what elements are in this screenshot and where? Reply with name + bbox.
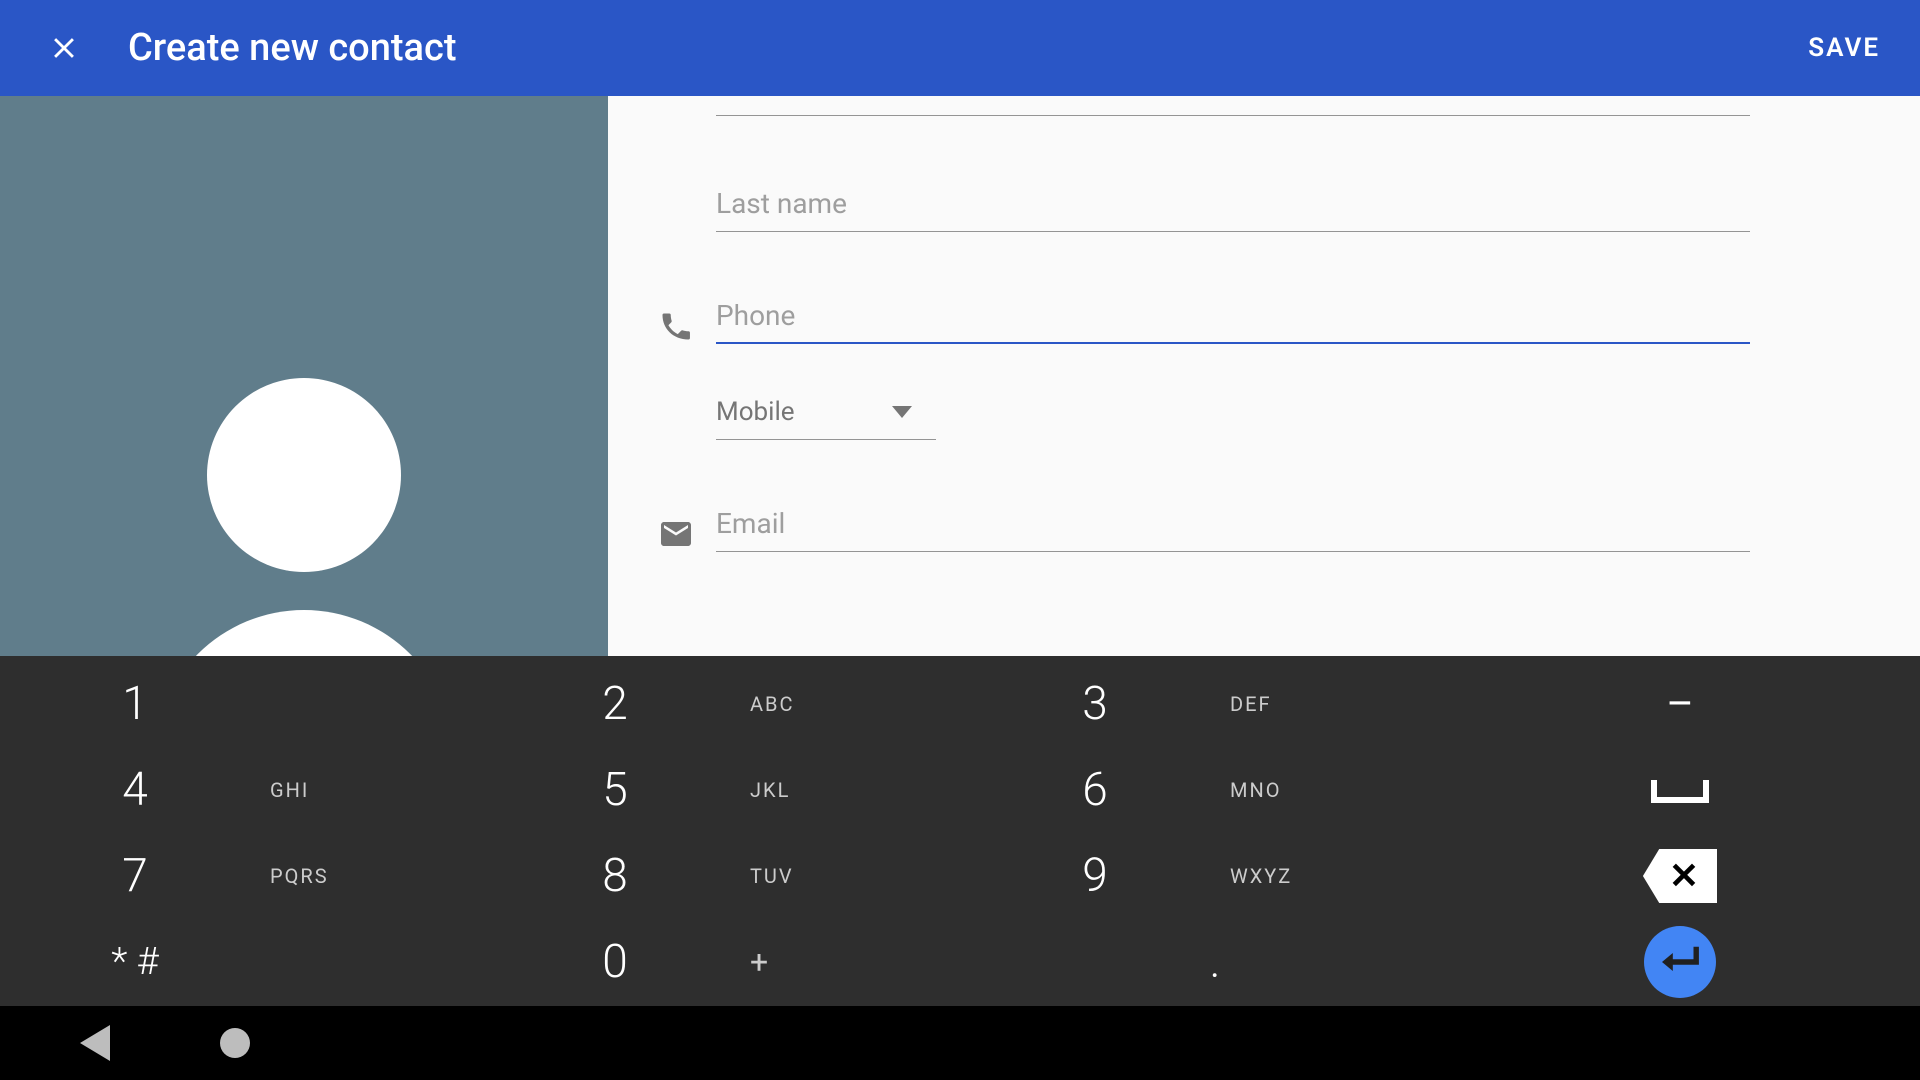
last-name-placeholder: Last name [716, 187, 847, 220]
key-6[interactable]: 6MNO [960, 748, 1440, 832]
contact-photo-pane[interactable] [0, 96, 608, 656]
key-dash[interactable]: – [1440, 662, 1920, 746]
first-name-field[interactable] [716, 96, 1750, 116]
key-4[interactable]: 4GHI [0, 748, 480, 832]
key-1[interactable]: 1 [0, 662, 480, 746]
space-icon [1650, 776, 1710, 804]
avatar-placeholder-head [207, 378, 401, 572]
key-2[interactable]: 2ABC [480, 662, 960, 746]
enter-icon [1658, 944, 1702, 980]
phone-placeholder: Phone [716, 299, 795, 332]
close-button[interactable] [24, 31, 104, 65]
last-name-field[interactable]: Last name [716, 176, 1750, 232]
phone-field[interactable]: Phone [716, 288, 1750, 344]
key-8[interactable]: 8TUV [480, 834, 960, 918]
numeric-keyboard: 1 2ABC 3DEF – 4GHI 5JKL 6MNO 7PQRS 8TUV … [0, 656, 1920, 1006]
key-backspace[interactable]: ✕ [1440, 834, 1920, 918]
key-enter[interactable] [1440, 920, 1920, 1004]
backspace-icon: ✕ [1669, 855, 1699, 897]
close-icon [47, 31, 81, 65]
chevron-down-icon [892, 406, 912, 418]
key-9[interactable]: 9WXYZ [960, 834, 1440, 918]
avatar-placeholder-body [154, 610, 454, 656]
phone-type-select[interactable]: Mobile [716, 384, 936, 440]
page-title: Create new contact [128, 26, 457, 70]
nav-back-button[interactable] [80, 1025, 110, 1061]
key-7[interactable]: 7PQRS [0, 834, 480, 918]
nav-home-button[interactable] [220, 1028, 250, 1058]
email-icon [658, 516, 694, 552]
email-field[interactable]: Email [716, 496, 1750, 552]
phone-icon [658, 308, 694, 344]
form-pane: Last name Phone [608, 96, 1920, 656]
email-placeholder: Email [716, 507, 785, 540]
key-period[interactable]: . [960, 920, 1440, 1004]
nav-bar [0, 1006, 1920, 1080]
content-area: Last name Phone [0, 96, 1920, 656]
key-star-hash[interactable]: * # [0, 920, 480, 1004]
save-button[interactable]: SAVE [1792, 25, 1896, 71]
key-space[interactable] [1440, 748, 1920, 832]
appbar: Create new contact SAVE [0, 0, 1920, 96]
key-5[interactable]: 5JKL [480, 748, 960, 832]
key-0[interactable]: 0+ [480, 920, 960, 1004]
key-3[interactable]: 3DEF [960, 662, 1440, 746]
phone-type-value: Mobile [716, 397, 795, 427]
